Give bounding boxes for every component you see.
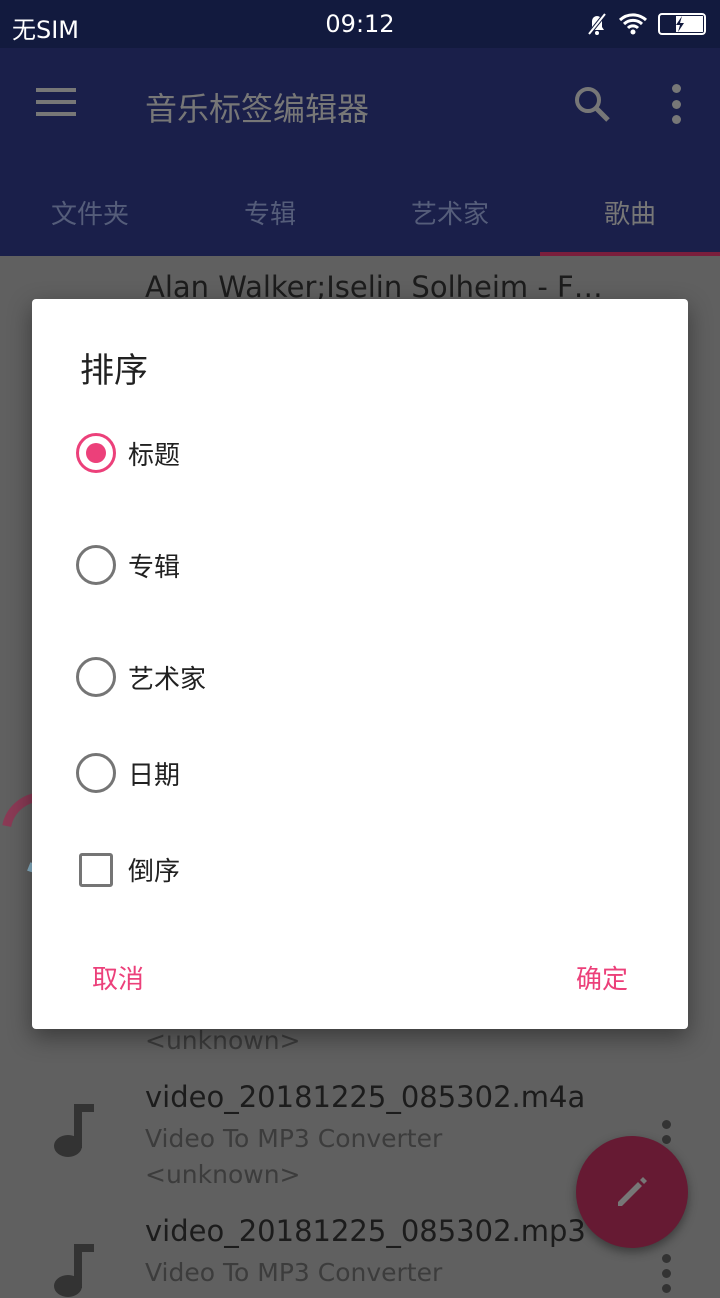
menu-button[interactable] (36, 88, 76, 116)
more-options-icon[interactable] (664, 84, 688, 124)
checkbox[interactable] (79, 852, 113, 887)
option-label: 艺术家 (128, 664, 207, 695)
app-bar: 音乐标签编辑器 文件夹 专辑 艺术家 歌曲 (0, 48, 720, 256)
ok-button[interactable]: 确定 (576, 959, 628, 996)
dialog-title: 排序 (80, 351, 148, 391)
item-more-icon[interactable] (662, 1254, 672, 1293)
sort-option-album[interactable]: 专辑 (76, 545, 180, 585)
bell-off-icon (587, 12, 607, 36)
music-note-icon (54, 1244, 94, 1297)
tab-songs[interactable]: 歌曲 (540, 188, 720, 256)
radio[interactable] (76, 657, 116, 697)
tab-albums[interactable]: 专辑 (180, 188, 360, 256)
tab-bar: 文件夹 专辑 艺术家 歌曲 (0, 188, 720, 256)
cancel-button[interactable]: 取消 (92, 959, 144, 996)
tab-artists[interactable]: 艺术家 (360, 188, 540, 256)
music-note-icon (54, 1104, 94, 1157)
wifi-icon (618, 13, 648, 35)
sort-dialog: 排序 标题 专辑 艺术家 日期 倒序 取消 确定 (32, 299, 688, 1029)
radio-selected[interactable] (76, 433, 116, 473)
status-bar: 无SIM 09:12 (0, 0, 720, 48)
radio[interactable] (76, 753, 116, 793)
song-title: video_20181225_085302.mp3 (145, 1214, 586, 1248)
edit-fab[interactable] (576, 1136, 688, 1248)
sort-option-artist[interactable]: 艺术家 (76, 657, 206, 697)
app-title: 音乐标签编辑器 (145, 90, 370, 128)
option-label: 专辑 (128, 552, 181, 583)
option-label: 倒序 (128, 857, 181, 887)
option-label: 标题 (128, 440, 181, 471)
song-extra: <unknown> (145, 1160, 301, 1189)
option-label: 日期 (128, 760, 181, 791)
pencil-icon (618, 1177, 647, 1206)
search-icon[interactable] (572, 84, 612, 124)
sort-option-date[interactable]: 日期 (76, 753, 180, 793)
song-title: video_20181225_085302.m4a (145, 1080, 586, 1114)
battery-charging-icon (658, 13, 706, 35)
song-artist: Video To MP3 Converter (145, 1124, 443, 1153)
radio[interactable] (76, 545, 116, 585)
tab-folders[interactable]: 文件夹 (0, 188, 180, 256)
sort-option-title[interactable]: 标题 (76, 433, 180, 473)
song-artist: Video To MP3 Converter (145, 1258, 443, 1287)
reverse-order-checkbox[interactable]: 倒序 (76, 851, 180, 888)
song-extra: <unknown> (145, 1026, 301, 1055)
